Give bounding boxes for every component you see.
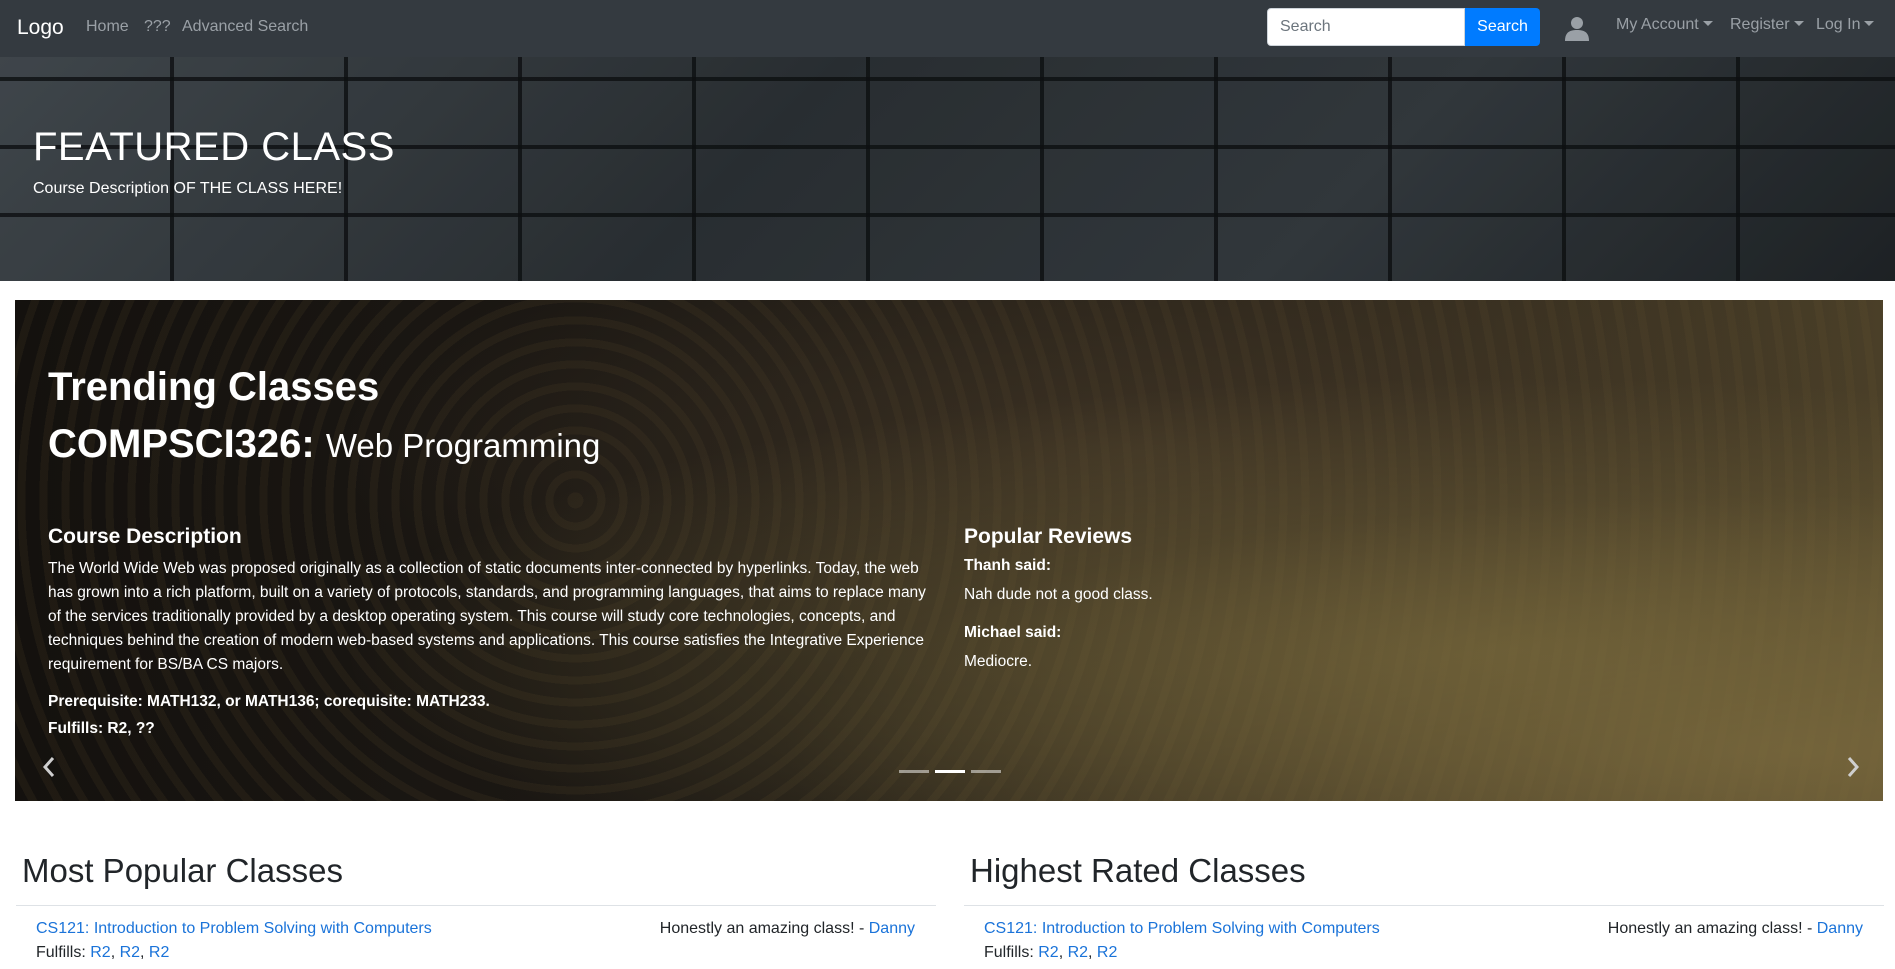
review-text: Mediocre. xyxy=(964,653,1033,670)
requirement-link[interactable]: R2 xyxy=(149,944,169,961)
featured-class-banner: FEATURED CLASS Course Description OF THE… xyxy=(0,57,1895,281)
chevron-down-icon xyxy=(1702,21,1713,26)
log-in-dropdown[interactable]: Log In xyxy=(1816,16,1875,34)
user-icon[interactable] xyxy=(1564,15,1590,41)
fulfills-text: Fulfills: R2, ?? xyxy=(48,720,155,737)
carousel-indicator-active[interactable] xyxy=(935,770,965,773)
course-description-text: The World Wide Web was proposed original… xyxy=(48,560,926,673)
search-button[interactable]: Search xyxy=(1465,8,1540,46)
class-review: Honestly an amazing class! - Danny xyxy=(660,920,915,938)
featured-class-title: FEATURED CLASS xyxy=(33,125,395,169)
class-review: Honestly an amazing class! - Danny xyxy=(1608,920,1863,938)
class-link[interactable]: CS121: Introduction to Problem Solving w… xyxy=(984,920,1380,938)
fulfills-label: Fulfills: xyxy=(36,944,91,961)
requirement-link[interactable]: R2 xyxy=(1068,944,1088,961)
nav-unknown[interactable]: ??? xyxy=(144,18,171,36)
review-quote: Honestly an amazing class! - xyxy=(659,920,869,937)
log-in-label: Log In xyxy=(1816,16,1861,33)
course-description-heading: Course Description xyxy=(48,525,242,548)
carousel-prev-icon[interactable] xyxy=(40,756,58,778)
course-code: COMPSCI326: xyxy=(48,422,315,466)
divider xyxy=(964,905,1884,906)
featured-class-description: Course Description OF THE CLASS HERE! xyxy=(33,180,343,197)
requirement-link[interactable]: R2 xyxy=(90,944,110,961)
prerequisite-text: Prerequisite: MATH132, or MATH136; coreq… xyxy=(48,693,490,710)
reviewer-link[interactable]: Danny xyxy=(869,920,915,937)
nav-home[interactable]: Home xyxy=(86,18,129,36)
trending-carousel: Trending Classes COMPSCI326: Web Program… xyxy=(15,300,1883,801)
requirement-link[interactable]: R2 xyxy=(1097,944,1117,961)
divider xyxy=(16,905,936,906)
class-fulfills: Fulfills: R2, R2, R2 xyxy=(36,944,170,961)
class-fulfills: Fulfills: R2, R2, R2 xyxy=(984,944,1118,961)
highest-rated-heading: Highest Rated Classes xyxy=(970,852,1306,889)
navbar: Logo Home ??? Advanced Search Search My … xyxy=(0,0,1895,57)
chevron-down-icon xyxy=(1864,21,1875,26)
review-text: Nah dude not a good class. xyxy=(964,586,1153,603)
carousel-next-icon[interactable] xyxy=(1844,756,1862,778)
carousel-indicator[interactable] xyxy=(899,770,929,773)
my-account-dropdown[interactable]: My Account xyxy=(1616,16,1713,34)
requirement-link[interactable]: R2 xyxy=(120,944,140,961)
chevron-down-icon xyxy=(1793,21,1804,26)
nav-advanced-search[interactable]: Advanced Search xyxy=(182,18,308,36)
review-author: Thanh said: xyxy=(964,557,1051,574)
carousel-indicators xyxy=(899,770,1001,773)
brand-logo[interactable]: Logo xyxy=(17,16,64,40)
course-title: COMPSCI326: Web Programming xyxy=(48,422,600,467)
trending-heading: Trending Classes xyxy=(48,365,380,409)
requirement-link[interactable]: R2 xyxy=(1038,944,1058,961)
register-label: Register xyxy=(1730,16,1790,33)
most-popular-heading: Most Popular Classes xyxy=(22,852,343,889)
search-input[interactable] xyxy=(1267,8,1465,46)
fulfills-label: Fulfills: xyxy=(984,944,1039,961)
popular-reviews-heading: Popular Reviews xyxy=(964,525,1133,548)
course-name: Web Programming xyxy=(325,427,601,464)
carousel-indicator[interactable] xyxy=(971,770,1001,773)
class-link[interactable]: CS121: Introduction to Problem Solving w… xyxy=(36,920,432,938)
register-dropdown[interactable]: Register xyxy=(1730,16,1804,34)
my-account-label: My Account xyxy=(1616,16,1699,33)
review-quote: Honestly an amazing class! - xyxy=(1607,920,1817,937)
reviewer-link[interactable]: Danny xyxy=(1817,920,1863,937)
review-author: Michael said: xyxy=(964,624,1062,641)
